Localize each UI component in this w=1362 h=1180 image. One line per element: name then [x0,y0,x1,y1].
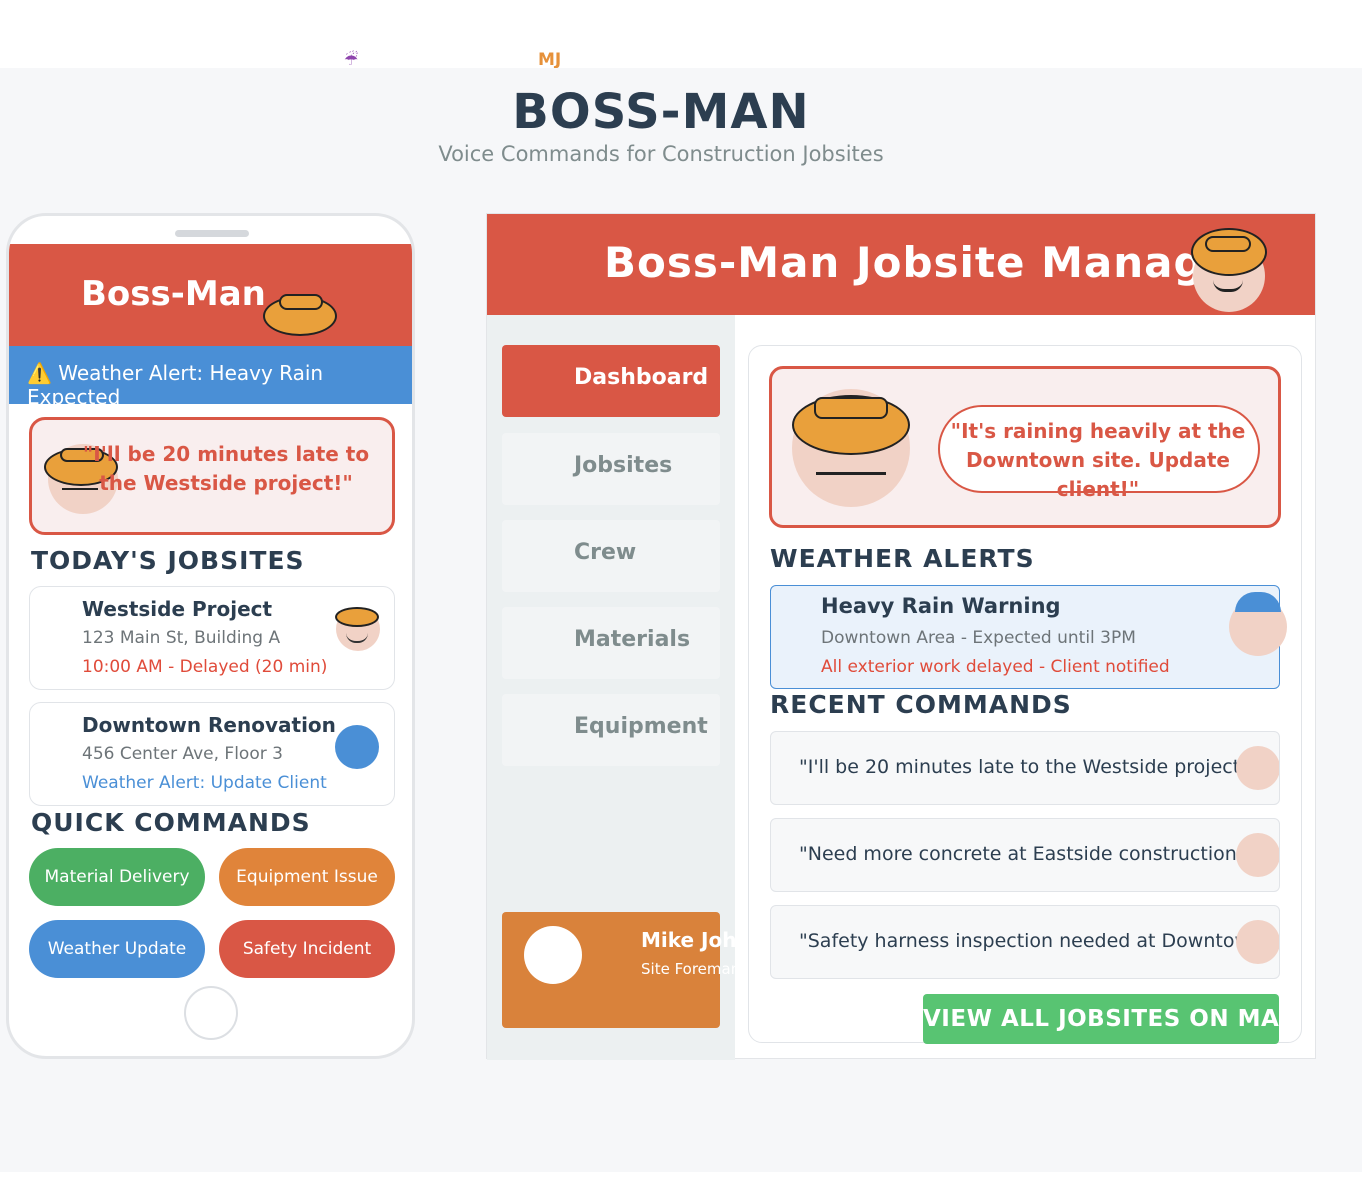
nav-materials[interactable]: Materials [502,607,720,679]
weather-alert-banner[interactable]: ⚠️ Weather Alert: Heavy Rain Expected [9,346,412,409]
worker-face-icon [1236,833,1279,877]
phone-mockup: Boss-Man ⚠️ Weather Alert: Heavy Rain Ex… [6,213,415,1059]
alert-status: All exterior work delayed - Client notif… [821,657,1170,677]
recent-commands-heading: RECENT COMMANDS [770,690,1072,719]
profile-role: Site Foreman [641,960,741,978]
worker-face-icon [1236,920,1279,964]
nav-crew[interactable]: Crew [502,520,720,592]
voice-command-panel: "It's raining heavily at the Downtown si… [769,366,1281,528]
hard-hat-icon [335,607,379,627]
page-title: BOSS-MAN [512,84,810,140]
phone-speaker [175,230,249,237]
nav-dashboard[interactable]: Dashboard [502,345,720,417]
quick-commands-heading: QUICK COMMANDS [31,808,311,837]
phone-header: Boss-Man [9,244,412,346]
jobsite-address: 456 Center Ave, Floor 3 [82,744,283,764]
alert-title: Heavy Rain Warning [821,594,1061,618]
user-profile-card[interactable]: Mike Johnson Site Foreman [502,912,747,1028]
material-delivery-button[interactable]: Material Delivery [29,848,205,906]
jobsite-card[interactable]: Westside Project 123 Main St, Building A… [29,586,395,690]
dashboard-window: Boss-Man Jobsite Manager Dashboard Jobsi… [486,213,1316,1060]
weather-status-icon [335,725,379,769]
top-strip: ☔ MJ [0,0,1362,70]
dashboard-sidebar: Dashboard Jobsites Crew Materials Equipm… [487,315,747,1060]
recent-command-text: "Need more concrete at Eastside construc… [799,843,1237,865]
voice-command-text: "It's raining heavily at the Downtown si… [950,419,1246,501]
alert-location: Downtown Area - Expected until 3PM [821,628,1136,648]
recent-command-text: "I'll be 20 minutes late to the Westside… [799,756,1237,778]
profile-name: Mike Johnson [641,928,747,952]
jobsite-card[interactable]: Downtown Renovation 456 Center Ave, Floo… [29,702,395,806]
nav-jobsites[interactable]: Jobsites [502,433,720,505]
recent-command-item[interactable]: "Safety harness inspection needed at Dow… [770,905,1280,979]
user-initials[interactable]: MJ [538,50,561,70]
equipment-issue-button[interactable]: Equipment Issue [219,848,395,906]
face-mouth [816,459,886,475]
umbrella-icon: ☔ [344,50,359,69]
page-subtitle: Voice Commands for Construction Jobsites [438,142,884,166]
jobsite-address: 123 Main St, Building A [82,628,281,648]
weather-alerts-heading: WEATHER ALERTS [770,544,1035,573]
weather-alert-card[interactable]: Heavy Rain Warning Downtown Area - Expec… [770,585,1287,689]
jobsite-status: 10:00 AM - Delayed (20 min) [82,657,328,677]
recent-command-text: "Safety harness inspection needed at Dow… [799,930,1237,952]
dashboard-main-panel: "It's raining heavily at the Downtown si… [748,345,1302,1044]
jobsite-status: Weather Alert: Update Client [82,773,327,793]
phone-home-button[interactable] [184,986,238,1040]
jobsite-name: Westside Project [82,597,273,621]
phone-brand: Boss-Man [81,274,266,314]
dashboard-title: Boss-Man Jobsite Manager [604,238,1256,287]
hard-hat-icon [263,294,337,336]
umbrella-icon [1235,592,1281,612]
avatar [524,926,582,984]
safety-incident-button[interactable]: Safety Incident [219,920,395,978]
recent-command-item[interactable]: "Need more concrete at Eastside construc… [770,818,1280,892]
recent-command-item[interactable]: "I'll be 20 minutes late to the Westside… [770,731,1280,805]
worker-face-icon [1236,746,1279,790]
jobsites-heading: TODAY'S JOBSITES [31,546,305,575]
dashboard-header: Boss-Man Jobsite Manager [487,214,1315,315]
hard-hat-icon [1191,228,1267,276]
nav-equipment[interactable]: Equipment [502,694,720,766]
weather-update-button[interactable]: Weather Update [29,920,205,978]
view-map-button[interactable]: VIEW ALL JOBSITES ON MAP [923,994,1279,1044]
voice-command-text: "I'll be 20 minutes late to the Westside… [82,442,370,495]
voice-command-bubble: "I'll be 20 minutes late to the Westside… [29,417,395,535]
jobsite-name: Downtown Renovation [82,713,336,737]
hard-hat-icon [792,395,910,455]
